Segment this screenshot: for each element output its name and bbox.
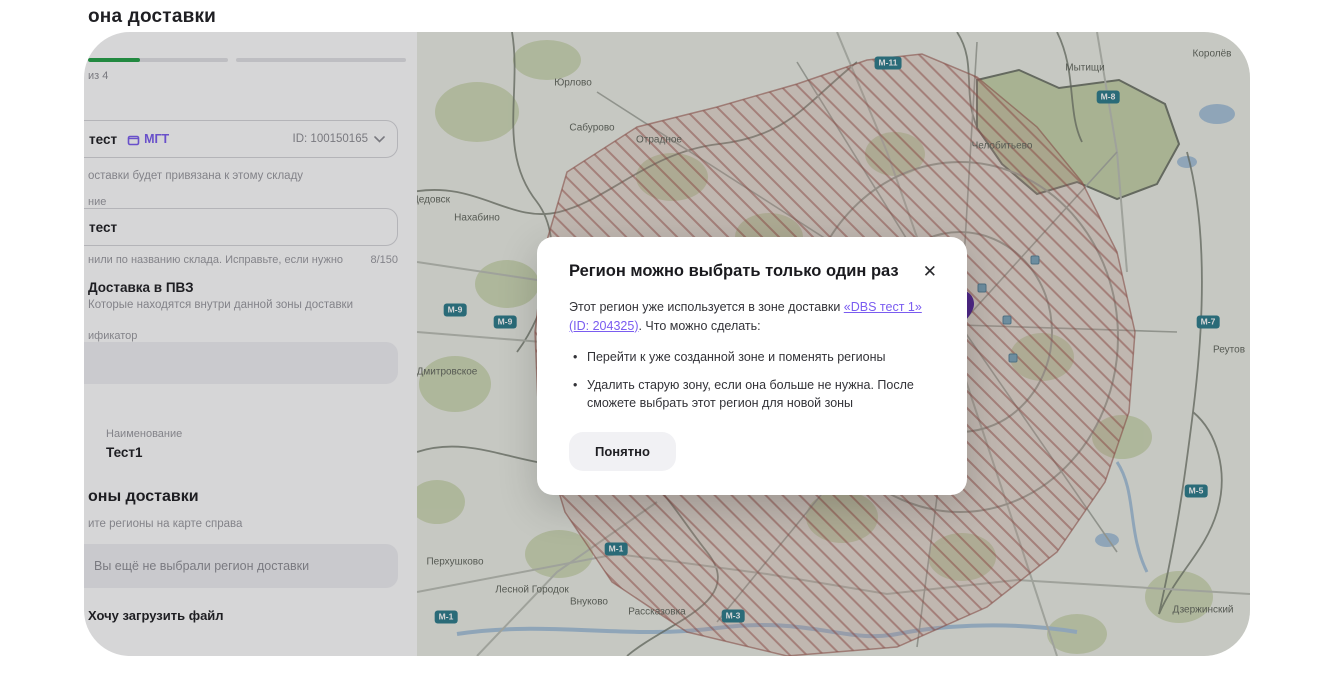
modal-dialog: Регион можно выбрать только один раз ✕ Э… bbox=[537, 237, 967, 495]
app-screenshot-card: из 4 тест МГТ ID: 100150165 оста bbox=[84, 32, 1250, 656]
close-icon[interactable]: ✕ bbox=[921, 262, 939, 282]
understood-button[interactable]: Понятно bbox=[569, 432, 676, 471]
modal-body-suffix: . Что можно сделать: bbox=[638, 319, 760, 333]
modal-body-prefix: Этот регион уже используется в зоне дост… bbox=[569, 300, 844, 314]
modal-bullet: Удалить старую зону, если она больше не … bbox=[573, 376, 939, 412]
page-title: она доставки bbox=[88, 6, 216, 28]
modal-bullet: Перейти к уже созданной зоне и поменять … bbox=[573, 348, 939, 366]
page: она доставки из 4 тест МГТ ID: 1001 bbox=[0, 0, 1344, 688]
modal-title: Регион можно выбрать только один раз bbox=[569, 262, 909, 281]
modal-bullets: Перейти к уже созданной зоне и поменять … bbox=[573, 348, 939, 412]
